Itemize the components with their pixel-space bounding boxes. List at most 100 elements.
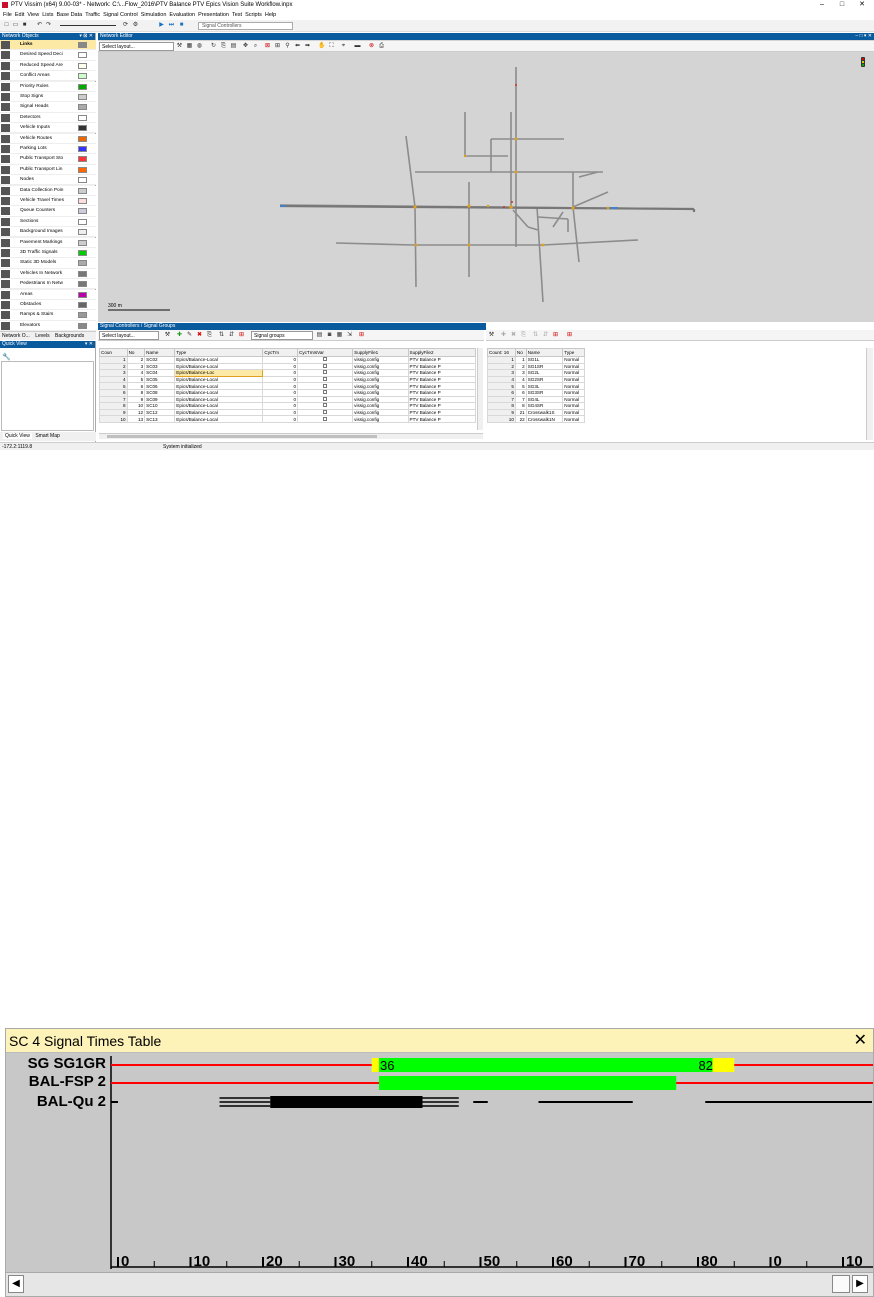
table-cell[interactable]: 9	[126, 395, 146, 404]
sc-layout-select[interactable]: Select layout...	[99, 331, 159, 340]
menu-lists[interactable]: Lists	[42, 10, 53, 20]
network-object-vehicle-routes[interactable]: Vehicle Routes	[0, 133, 96, 144]
tool-3d-icon[interactable]: ⛶	[328, 43, 335, 50]
table-cell[interactable]: 5	[487, 382, 516, 390]
tool-grid-icon[interactable]: ▦	[186, 43, 193, 50]
signal-times-scrollbar[interactable]: ◀ ▶	[6, 1272, 873, 1296]
network-object-areas[interactable]: Areas	[0, 289, 96, 300]
table-cell[interactable]: SG1SR	[525, 362, 564, 371]
table-cell[interactable]: 0	[262, 402, 299, 410]
close-icon[interactable]: ✕	[856, 0, 868, 10]
table-row[interactable]: 8 10 SC10 Epics/Balance-Local 0 vissig.config…	[99, 402, 477, 410]
table-cell[interactable]: 0	[262, 382, 299, 390]
network-object-vehicles-in-network[interactable]: Vehicles In Network	[0, 268, 96, 279]
network-object-public-transport-sto[interactable]: Public Transport Sto	[0, 154, 96, 165]
table-cell[interactable]: 5	[99, 382, 128, 390]
table-row[interactable]: 7 7 SG4L Normal	[487, 395, 585, 404]
table-cell[interactable]: 8	[514, 402, 527, 410]
network-object-swatch[interactable]	[78, 218, 87, 225]
table-cell[interactable]: 6	[99, 388, 128, 397]
tool-wrench-icon[interactable]: ⚒	[176, 43, 183, 50]
sg-add-icon[interactable]: ✚	[500, 332, 507, 339]
table-cell[interactable]: Normal	[562, 356, 585, 364]
table-cell[interactable]	[297, 356, 354, 364]
scroll-track[interactable]	[24, 1277, 832, 1291]
menu-help[interactable]: Help	[265, 10, 276, 20]
sc-duplicate-icon[interactable]: ⎘	[206, 332, 213, 339]
table-cell[interactable]: PTV Balance P	[407, 382, 477, 390]
tool-zoom-in-icon[interactable]: ⊞	[274, 43, 281, 50]
table-cell[interactable]: 21	[514, 408, 527, 417]
table-cell[interactable]: Normal	[562, 415, 585, 423]
menu-evaluation[interactable]: Evaluation	[169, 10, 195, 20]
network-object-swatch[interactable]	[78, 83, 87, 90]
menu-simulation[interactable]: Simulation	[141, 10, 167, 20]
table-cell[interactable]: vissig.config	[352, 369, 409, 377]
sc-sync2-icon[interactable]: ⊞	[358, 332, 365, 339]
network-object-swatch[interactable]	[78, 125, 87, 132]
table-cell[interactable]: vissig.config	[352, 375, 409, 384]
table-cell[interactable]: 0	[262, 408, 299, 417]
network-object-swatch[interactable]	[78, 198, 87, 204]
settings-icon[interactable]: ⚙	[132, 22, 139, 29]
network-object-swatch[interactable]	[78, 73, 87, 80]
panel-close-icon[interactable]: ▾ ✕	[85, 341, 93, 348]
table-cell[interactable]: 7	[99, 395, 128, 404]
network-object-elevators[interactable]: Elevators	[0, 320, 96, 331]
table-cell[interactable]: 6	[487, 388, 516, 397]
network-object-priority-rules[interactable]: Priority Rules	[0, 81, 96, 92]
table-cell[interactable]: 2	[99, 362, 128, 371]
table-cell[interactable]	[297, 382, 354, 390]
tool-select-icon[interactable]: ✥	[242, 43, 249, 50]
panel-pin-icon[interactable]: ▾ ⊠ ✕	[79, 33, 93, 40]
table-cell[interactable]: SC04	[144, 369, 176, 377]
table-cell[interactable]: Crosswalk1S	[525, 408, 564, 417]
tab-network-objects[interactable]: Network O...	[2, 333, 30, 339]
network-object-swatch[interactable]	[78, 229, 87, 236]
table-cell[interactable]: 4	[514, 375, 527, 384]
network-object-links[interactable]: Links	[0, 40, 96, 51]
sg-column-header[interactable]: No	[514, 348, 527, 357]
sc-export-icon[interactable]: ⇲	[346, 332, 353, 339]
network-object-swatch[interactable]	[78, 42, 87, 48]
network-object-swatch[interactable]	[78, 208, 87, 215]
sg-sort-asc-icon[interactable]: ⇅	[532, 332, 539, 339]
network-object-swatch[interactable]	[78, 135, 87, 142]
network-object-background-images[interactable]: Background Images	[0, 227, 96, 238]
road-network[interactable]	[98, 52, 874, 322]
table-cell[interactable]: vissig.config	[352, 388, 409, 397]
table-cell[interactable]: 4	[99, 375, 128, 384]
table-row[interactable]: 5 6 SC06 Epics/Balance-Local 0 vissig.config P…	[99, 382, 477, 390]
table-cell[interactable]: vissig.config	[352, 415, 409, 423]
table-row[interactable]: 7 9 SC09 Epics/Balance-Local 0 vissig.config P…	[99, 395, 477, 404]
table-cell[interactable]: Epics/Balance-Local	[174, 356, 264, 364]
table-cell[interactable]: Epics/Balance-Local	[174, 408, 264, 417]
table-cell[interactable]: SC02	[144, 356, 176, 364]
table-cell[interactable]	[297, 369, 354, 377]
stop-icon[interactable]: ■	[178, 22, 185, 29]
sg-delete-icon[interactable]: ✖	[510, 332, 517, 339]
tool-hand-icon[interactable]: ✋	[318, 43, 325, 50]
save-icon[interactable]: ■	[21, 22, 28, 29]
table-row[interactable]: 8 8 SG4SR Normal	[487, 402, 585, 410]
network-object-3d-traffic-signals[interactable]: 3D Traffic Signals	[0, 248, 96, 259]
scroll-thumb[interactable]	[832, 1275, 850, 1293]
table-cell[interactable]: 2	[487, 362, 516, 371]
network-object-static-3d-models[interactable]: Static 3D Models	[0, 258, 96, 269]
close-icon[interactable]: ✕	[854, 1029, 867, 1053]
table-cell[interactable]: SG2L	[525, 369, 564, 377]
table-cell[interactable]: vissig.config	[352, 395, 409, 404]
table-cell[interactable]: 0	[262, 356, 299, 364]
table-cell[interactable]: SC12	[144, 408, 176, 417]
sc-column-header[interactable]: SupplyFile2	[407, 348, 477, 357]
table-cell[interactable]: 0	[262, 395, 299, 404]
menu-view[interactable]: View	[27, 10, 39, 20]
step-forward-icon[interactable]: ⏭	[168, 22, 175, 29]
sc-column-header[interactable]: Name	[144, 348, 176, 357]
table-cell[interactable]: 3	[514, 369, 527, 377]
sc-vertical-scrollbar[interactable]	[477, 348, 483, 430]
network-object-swatch[interactable]	[78, 156, 87, 163]
table-cell[interactable]	[297, 388, 354, 397]
table-cell[interactable]: SC13	[144, 415, 176, 423]
sc-sync-icon[interactable]: ⊞	[238, 332, 245, 339]
